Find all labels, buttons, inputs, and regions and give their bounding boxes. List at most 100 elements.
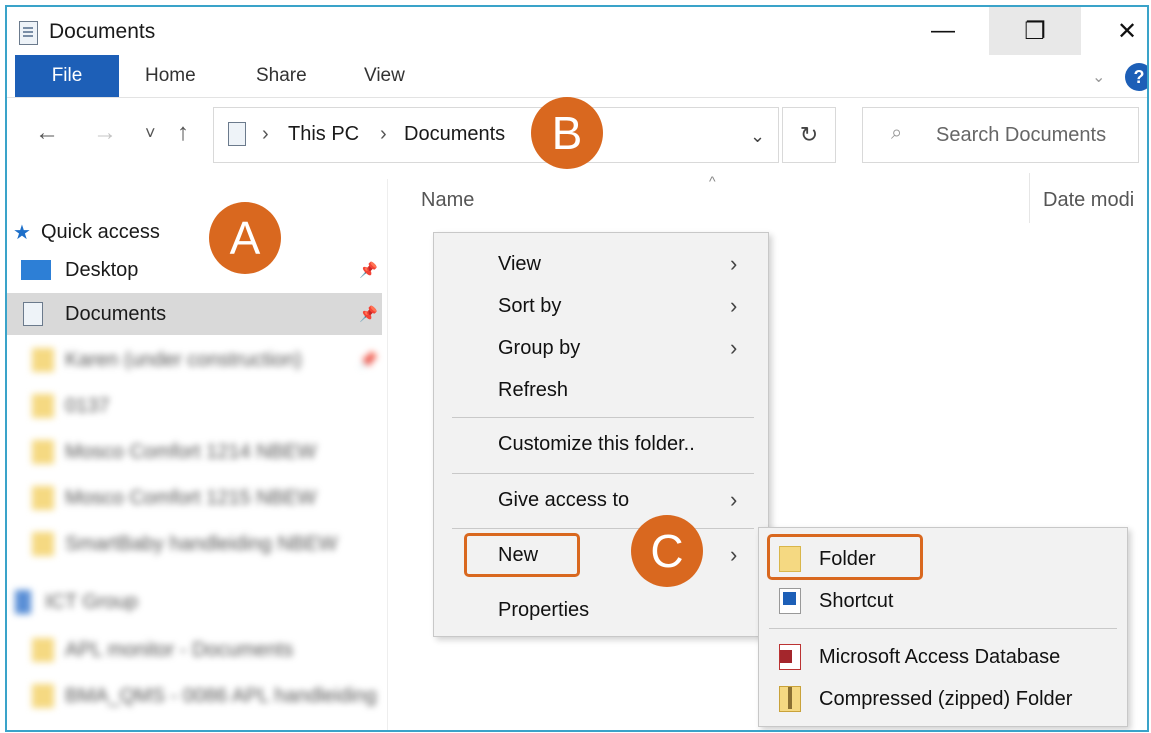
folder-highlight <box>767 534 923 580</box>
callout-b-badge: B <box>531 97 603 169</box>
desktop-icon <box>21 260 51 280</box>
pin-icon[interactable]: 📌 <box>359 261 378 279</box>
submenu-item-access-database[interactable]: Microsoft Access Database <box>819 646 1060 669</box>
new-submenu: Folder Shortcut Microsoft Access Databas… <box>758 527 1128 727</box>
breadcrumb-documents[interactable]: Documents <box>404 123 505 146</box>
column-header-name[interactable]: Name <box>421 189 474 212</box>
sidebar-item-folder[interactable]: Karen (under construction) 📌 <box>7 339 382 381</box>
callout-c-badge: C <box>631 515 703 587</box>
sidebar-item-label: ICT Group <box>45 590 138 613</box>
tab-view[interactable]: View <box>364 65 405 87</box>
minimize-button[interactable]: — <box>897 7 989 55</box>
documents-icon <box>19 21 38 45</box>
back-button[interactable]: ← <box>35 119 59 147</box>
sidebar-item-label: Mosco Comfort 1214 NBEW <box>65 440 317 463</box>
pin-icon[interactable]: 📌 <box>359 305 378 323</box>
sort-ascending-icon: ^ <box>709 173 716 189</box>
menu-item-give-access[interactable]: Give access to <box>498 489 629 512</box>
menu-separator <box>769 628 1117 629</box>
tab-share[interactable]: Share <box>256 65 307 87</box>
navigation-pane: ★ Quick access Desktop 📌 Documents 📌 Kar… <box>7 179 387 730</box>
documents-icon <box>228 122 246 146</box>
sidebar-item-quick-access[interactable]: ★ Quick access <box>7 211 382 253</box>
menu-item-view[interactable]: View <box>498 253 541 276</box>
sidebar-item-desktop[interactable]: Desktop 📌 <box>7 249 382 291</box>
breadcrumb-this-pc[interactable]: This PC <box>288 123 359 146</box>
forward-button[interactable]: → <box>93 119 117 147</box>
folder-icon <box>32 638 54 662</box>
recent-locations-button[interactable]: ˅ <box>145 123 156 144</box>
menu-item-refresh[interactable]: Refresh <box>498 379 568 402</box>
window-title: Documents <box>49 20 156 43</box>
menu-item-properties[interactable]: Properties <box>498 599 589 622</box>
chevron-right-icon: › <box>730 293 738 318</box>
zip-folder-icon <box>779 686 801 712</box>
help-icon[interactable]: ? <box>1125 63 1147 91</box>
onedrive-icon <box>15 590 31 614</box>
sidebar-item-ict-group[interactable]: ICT Group <box>7 581 382 623</box>
refresh-button[interactable]: ↻ <box>782 107 836 163</box>
search-icon: ⌕ <box>891 122 903 144</box>
sidebar-item-folder[interactable]: APL monitor - Documents <box>7 629 382 671</box>
close-button[interactable]: ✕ <box>1081 7 1147 55</box>
ribbon: File Home Share View ⌄ ? <box>7 55 1147 98</box>
sidebar-item-folder[interactable]: Mosco Comfort 1215 NBEW <box>7 477 382 519</box>
menu-separator <box>452 528 754 529</box>
chevron-right-icon: › <box>730 251 738 276</box>
expand-ribbon-icon[interactable]: ⌄ <box>1092 67 1105 87</box>
search-input[interactable]: ⌕ Search Documents <box>862 107 1139 163</box>
tab-home[interactable]: Home <box>145 65 196 87</box>
pane-divider[interactable] <box>387 179 388 730</box>
sidebar-item-label: Desktop <box>65 258 139 281</box>
folder-icon <box>32 394 54 418</box>
search-placeholder: Search Documents <box>936 124 1107 146</box>
star-icon: ★ <box>13 221 31 244</box>
folder-icon <box>32 532 54 556</box>
title-bar: Documents — ❐ ✕ <box>7 7 1147 55</box>
menu-item-sort-by[interactable]: Sort by <box>498 295 561 318</box>
pin-icon[interactable]: 📌 <box>359 351 378 369</box>
explorer-window: Documents — ❐ ✕ File Home Share View ⌄ ?… <box>5 5 1149 732</box>
chevron-right-icon: › <box>730 542 738 567</box>
chevron-down-icon[interactable]: ⌄ <box>750 126 765 147</box>
access-database-icon <box>779 644 801 670</box>
sidebar-item-label: Quick access <box>41 220 160 243</box>
new-highlight <box>464 533 580 577</box>
folder-icon <box>32 440 54 464</box>
address-bar[interactable]: › This PC › Documents ⌄ <box>213 107 779 163</box>
sidebar-item-label: BMA_QMS - 0086 APL handleiding <box>65 684 377 707</box>
sidebar-item-label: SmartBaby handleiding NBEW <box>65 532 338 555</box>
shortcut-icon <box>779 588 801 614</box>
tab-file[interactable]: File <box>15 55 119 97</box>
sidebar-item-label: 0137 <box>65 394 110 417</box>
submenu-item-compressed-folder[interactable]: Compressed (zipped) Folder <box>819 688 1072 711</box>
chevron-right-icon: › <box>730 487 738 512</box>
up-button[interactable]: ↑ <box>177 119 189 147</box>
column-header-date[interactable]: Date modi <box>1043 189 1134 212</box>
restore-button[interactable]: ❐ <box>989 7 1081 55</box>
submenu-item-shortcut[interactable]: Shortcut <box>819 590 893 613</box>
sidebar-item-label: Documents <box>65 302 167 325</box>
folder-icon <box>32 486 54 510</box>
sidebar-item-folder[interactable]: Mosco Comfort 1214 NBEW <box>7 431 382 473</box>
sidebar-item-label: Karen (under construction) <box>65 348 302 371</box>
folder-icon <box>32 684 54 708</box>
menu-separator <box>452 417 754 418</box>
menu-separator <box>452 473 754 474</box>
breadcrumb-separator: › <box>262 123 269 145</box>
column-divider[interactable] <box>1029 173 1030 223</box>
sidebar-item-documents[interactable]: Documents 📌 <box>7 293 382 335</box>
callout-a-badge: A <box>209 202 281 274</box>
sidebar-item-label: Mosco Comfort 1215 NBEW <box>65 486 317 509</box>
menu-item-group-by[interactable]: Group by <box>498 337 580 360</box>
breadcrumb-separator: › <box>380 123 387 145</box>
folder-icon <box>32 348 54 372</box>
menu-item-customize-folder[interactable]: Customize this folder.. <box>498 433 695 456</box>
context-menu: View › Sort by › Group by › Refresh Cust… <box>433 232 769 637</box>
sidebar-item-folder[interactable]: BMA_QMS - 0086 APL handleiding <box>7 675 382 717</box>
sidebar-item-folder[interactable]: 0137 <box>7 385 382 427</box>
sidebar-item-label: APL monitor - Documents <box>65 638 294 661</box>
sidebar-item-folder[interactable]: SmartBaby handleiding NBEW <box>7 523 382 565</box>
chevron-right-icon: › <box>730 335 738 360</box>
documents-icon <box>23 302 43 326</box>
